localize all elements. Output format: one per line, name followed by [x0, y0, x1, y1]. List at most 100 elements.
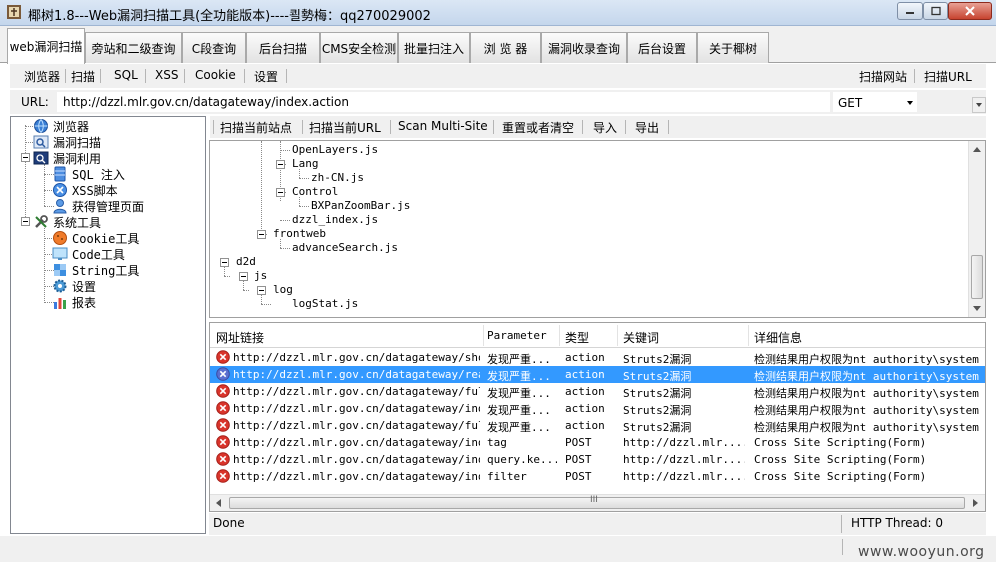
node-d2d[interactable]: d2d	[236, 255, 256, 268]
tab-about[interactable]: 关于椰树	[697, 32, 769, 63]
scan-current-url-button[interactable]: 扫描当前URL	[309, 119, 381, 136]
node-lang[interactable]: Lang	[292, 157, 319, 170]
tree-item-vuln-scan[interactable]: 漏洞扫描	[33, 134, 101, 150]
table-row[interactable]: http://dzzl.mlr.gov.cn/datagateway/ind..…	[210, 434, 985, 451]
url-input[interactable]: http://dzzl.mlr.gov.cn/datagateway/index…	[56, 91, 831, 113]
tab-browser[interactable]: 浏 览 器	[470, 32, 541, 63]
scroll-arrow-icon[interactable]	[972, 97, 986, 113]
exploit-icon	[33, 151, 49, 165]
cell-detail: Cross Site Scripting(Form)	[754, 436, 927, 449]
cell-keyword: Struts2漏洞	[623, 353, 692, 366]
col-url[interactable]: 网址链接	[216, 329, 264, 346]
cell-keyword: Struts2漏洞	[623, 370, 692, 383]
tree-item-sys-tools[interactable]: 系统工具	[33, 214, 101, 230]
expander-lang[interactable]	[276, 160, 285, 169]
node-openlayers[interactable]: OpenLayers.js	[292, 143, 378, 156]
reset-clear-button[interactable]: 重置或者清空	[502, 119, 574, 136]
tree-expander-tools[interactable]	[21, 217, 30, 226]
node-logstat[interactable]: logStat.js	[292, 297, 358, 310]
scroll-right-icon[interactable]	[973, 499, 978, 507]
error-icon	[216, 469, 230, 483]
tree-item-browser[interactable]: 浏览器	[33, 118, 89, 134]
tree-item-xss[interactable]: XSS脚本	[52, 182, 118, 198]
scan-site-button[interactable]: 扫描网站	[859, 68, 907, 85]
results-hscrollbar[interactable]: III	[210, 494, 985, 511]
node-control[interactable]: Control	[292, 185, 338, 198]
scan-current-site-button[interactable]: 扫描当前站点	[220, 119, 292, 136]
close-button[interactable]	[948, 2, 992, 20]
tree-item-string-tool[interactable]: String工具	[52, 262, 139, 278]
tab-sidesite[interactable]: 旁站和二级查询	[85, 32, 182, 63]
table-row[interactable]: http://dzzl.mlr.gov.cn/datagateway/rea..…	[210, 366, 985, 383]
tab-csegment[interactable]: C段查询	[182, 32, 246, 63]
scan-url-button[interactable]: 扫描URL	[924, 68, 972, 85]
toolbar-settings[interactable]: 设置	[254, 68, 278, 85]
node-bxpanzoombar[interactable]: BXPanZoomBar.js	[311, 199, 410, 212]
minimize-button[interactable]	[897, 2, 923, 20]
method-select[interactable]: GET	[832, 91, 918, 113]
node-dzzl-index[interactable]: dzzl_index.js	[292, 213, 378, 226]
url-label: URL:	[21, 95, 49, 109]
scroll-left-icon[interactable]	[216, 499, 221, 507]
col-detail[interactable]: 详细信息	[754, 329, 802, 346]
tree-item-settings[interactable]: 设置	[52, 278, 96, 294]
tree-item-code-tool[interactable]: Code工具	[52, 246, 125, 262]
export-button[interactable]: 导出	[635, 119, 659, 136]
cell-detail: 检测结果用户权限为nt authority\system	[754, 353, 979, 366]
tree-item-exploit[interactable]: 漏洞利用	[33, 150, 101, 166]
table-row[interactable]: http://dzzl.mlr.gov.cn/datagateway/ind..…	[210, 468, 985, 485]
col-keyword[interactable]: 关键词	[623, 329, 659, 346]
col-parameter[interactable]: Parameter	[487, 329, 547, 342]
node-zh-cn[interactable]: zh-CN.js	[311, 171, 364, 184]
tab-batch-inject[interactable]: 批量扫注入	[398, 32, 470, 63]
cell-type: action	[565, 402, 605, 415]
expander-log[interactable]	[257, 286, 266, 295]
scan-multi-site-button[interactable]: Scan Multi-Site	[398, 119, 488, 133]
scroll-thumb[interactable]	[971, 255, 983, 299]
tree-item-sql-inject[interactable]: SQL 注入	[52, 166, 125, 182]
table-row[interactable]: http://dzzl.mlr.gov.cn/datagateway/ful..…	[210, 383, 985, 400]
expander-frontweb[interactable]	[257, 230, 266, 239]
toolbar-scan[interactable]: 扫描	[71, 68, 95, 85]
tree-item-report[interactable]: 报表	[52, 294, 96, 310]
expander-control[interactable]	[276, 188, 285, 197]
table-row[interactable]: http://dzzl.mlr.gov.cn/datagateway/ind..…	[210, 400, 985, 417]
toolbar-xss[interactable]: XSS	[155, 68, 178, 82]
tab-admin-scan[interactable]: 后台扫描	[246, 32, 320, 63]
node-log[interactable]: log	[273, 283, 293, 296]
xss-icon	[53, 183, 67, 197]
tree-item-admin-page[interactable]: 获得管理页面	[52, 198, 144, 214]
table-row[interactable]: http://dzzl.mlr.gov.cn/datagateway/sho..…	[210, 349, 985, 366]
maximize-button[interactable]	[923, 2, 948, 20]
tree-item-cookie-tool[interactable]: Cookie工具	[52, 230, 139, 246]
database-icon	[54, 166, 66, 182]
scroll-up-icon[interactable]	[973, 147, 981, 152]
toolbar-sql[interactable]: SQL	[114, 68, 138, 82]
results-header: 网址链接 Parameter 类型 关键词 详细信息	[210, 323, 985, 348]
watermark: www.wooyun.org	[858, 544, 985, 560]
cell-keyword: Struts2漏洞	[623, 421, 692, 434]
node-js[interactable]: js	[254, 269, 267, 282]
site-tree-scrollbar[interactable]	[968, 141, 985, 317]
toolbar-cookie[interactable]: Cookie	[195, 68, 236, 82]
table-row[interactable]: http://dzzl.mlr.gov.cn/datagateway/ind..…	[210, 451, 985, 468]
col-type[interactable]: 类型	[565, 329, 589, 346]
scroll-down-icon[interactable]	[973, 306, 981, 311]
window-title: 椰树1.8---Web漏洞扫描工具(全功能版本)----쾰勢梅：qq270029…	[28, 9, 431, 24]
import-button[interactable]: 导入	[593, 119, 617, 136]
tab-web-scan[interactable]: web漏洞扫描	[7, 28, 85, 64]
tree-expander-exploit[interactable]	[21, 153, 30, 162]
scroll-thumb[interactable]: III	[229, 495, 965, 509]
tab-cms[interactable]: CMS安全检测	[320, 32, 398, 63]
cell-detail: 检测结果用户权限为nt authority\system	[754, 370, 979, 383]
expander-js[interactable]	[239, 272, 248, 281]
toolbar-browser[interactable]: 浏览器	[24, 68, 60, 85]
tab-settings[interactable]: 后台设置	[627, 32, 697, 63]
status-bar: Done HTTP Thread: 0	[209, 513, 986, 535]
tab-vuln-db[interactable]: 漏洞收录查询	[541, 32, 627, 63]
table-row[interactable]: http://dzzl.mlr.gov.cn/datagateway/ful..…	[210, 417, 985, 434]
node-frontweb[interactable]: frontweb	[273, 227, 326, 240]
expander-d2d[interactable]	[220, 258, 229, 267]
node-advancesearch[interactable]: advanceSearch.js	[292, 241, 398, 254]
cell-url: http://dzzl.mlr.gov.cn/datagateway/ful..…	[233, 385, 480, 398]
